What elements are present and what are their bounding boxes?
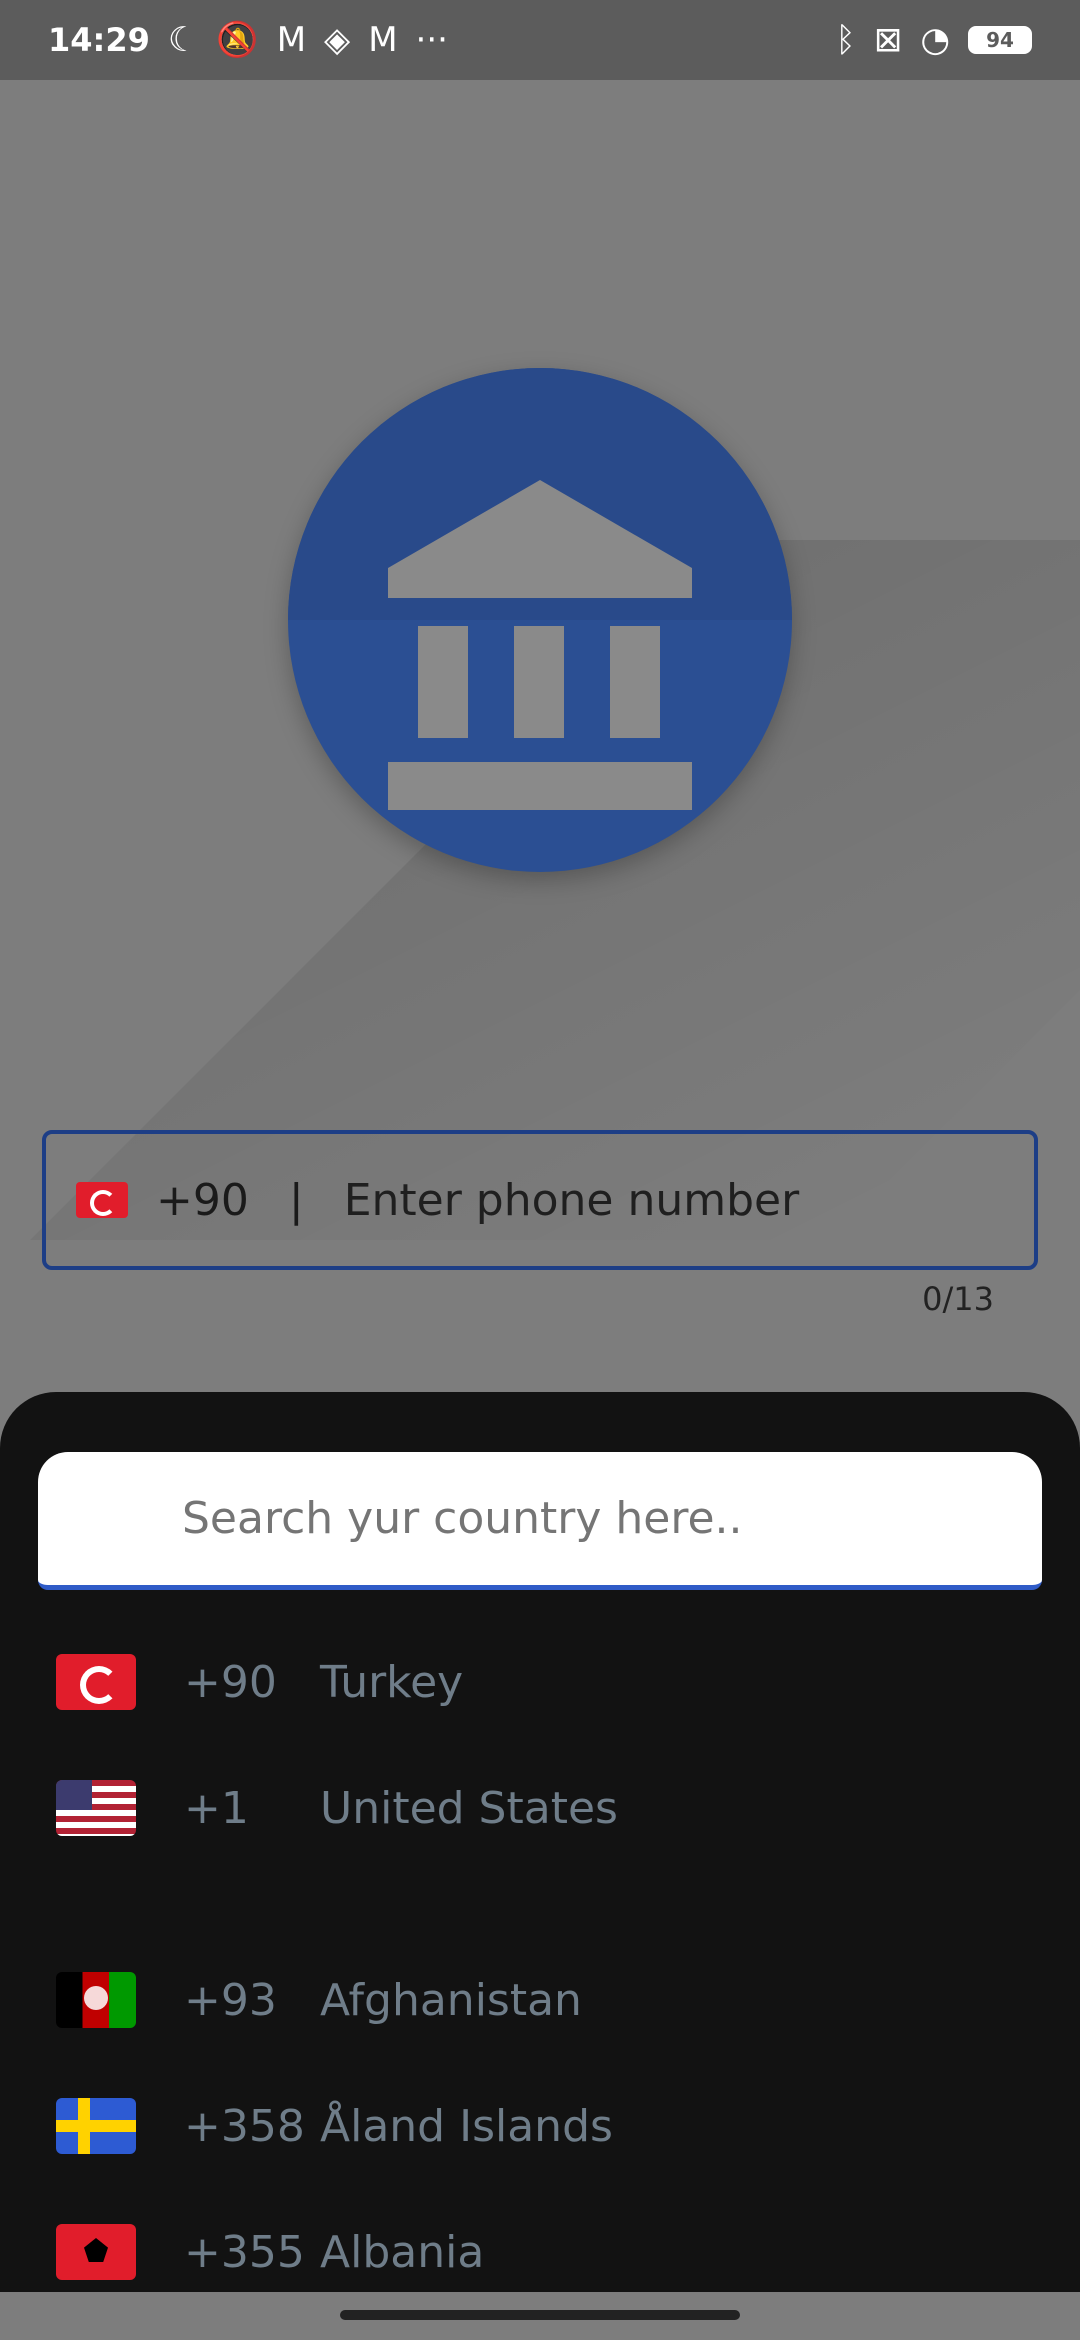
bell-off-icon: 🔕 (216, 20, 259, 60)
list-item[interactable]: +358 Åland Islands (0, 2066, 1080, 2186)
wifi-icon: ◔ (920, 20, 950, 60)
phone-number-field[interactable]: +90 | Enter phone number (42, 1130, 1038, 1270)
bank-icon (388, 480, 692, 810)
country-code: +1 (184, 1782, 249, 1834)
country-code: +93 (184, 1974, 277, 2026)
status-time: 14:29 (48, 21, 150, 59)
battery-indicator: 94 (968, 26, 1032, 54)
list-item[interactable]: +355 Albania (0, 2192, 1080, 2292)
bank-logo (288, 368, 792, 872)
turkey-flag-icon (56, 1654, 136, 1710)
status-bar: 14:29 ☾ 🔕 M ◈ M ··· ᛒ ⊠ ◔ 94 (0, 0, 1080, 80)
country-name: Albania (320, 2226, 485, 2278)
gmail-icon: M (368, 20, 398, 60)
dial-code-divider: | (288, 1174, 304, 1226)
layers-icon: ◈ (324, 20, 351, 60)
country-search-field[interactable] (38, 1452, 1042, 1590)
turkey-flag-icon[interactable] (76, 1182, 128, 1218)
united-states-flag-icon (56, 1780, 136, 1836)
login-background: +90 | Enter phone number 0/13 (0, 80, 1080, 1400)
country-name: Åland Islands (320, 2100, 613, 2152)
country-search-input[interactable] (38, 1492, 1042, 1545)
list-item[interactable]: +1 United States (0, 1748, 1080, 1868)
list-item[interactable]: +93 Afghanistan (0, 1940, 1080, 2060)
phone-input[interactable]: Enter phone number (344, 1175, 800, 1226)
list-item[interactable]: +90 Turkey (0, 1622, 1080, 1742)
country-name: Afghanistan (320, 1974, 582, 2026)
bluetooth-icon: ᛒ (835, 20, 856, 60)
gmail-icon: M (276, 20, 307, 60)
home-indicator[interactable] (340, 2310, 740, 2320)
country-code: +90 (184, 1656, 277, 1708)
country-dial-code[interactable]: +90 (156, 1175, 249, 1226)
country-code: +355 (184, 2226, 305, 2278)
character-counter: 0/13 (922, 1280, 994, 1318)
aland-islands-flag-icon (56, 2098, 136, 2154)
country-name: Turkey (320, 1656, 464, 1708)
afghanistan-flag-icon (56, 1972, 136, 2028)
albania-flag-icon (56, 2224, 136, 2280)
more-dots-icon: ··· (415, 20, 448, 60)
country-picker-sheet: +90 Turkey +1 United States +93 Afghanis… (0, 1392, 1080, 2292)
country-name: United States (320, 1782, 618, 1834)
cross-box-icon: ⊠ (873, 20, 903, 60)
country-code: +358 (184, 2100, 305, 2152)
moon-icon: ☾ (167, 20, 199, 60)
